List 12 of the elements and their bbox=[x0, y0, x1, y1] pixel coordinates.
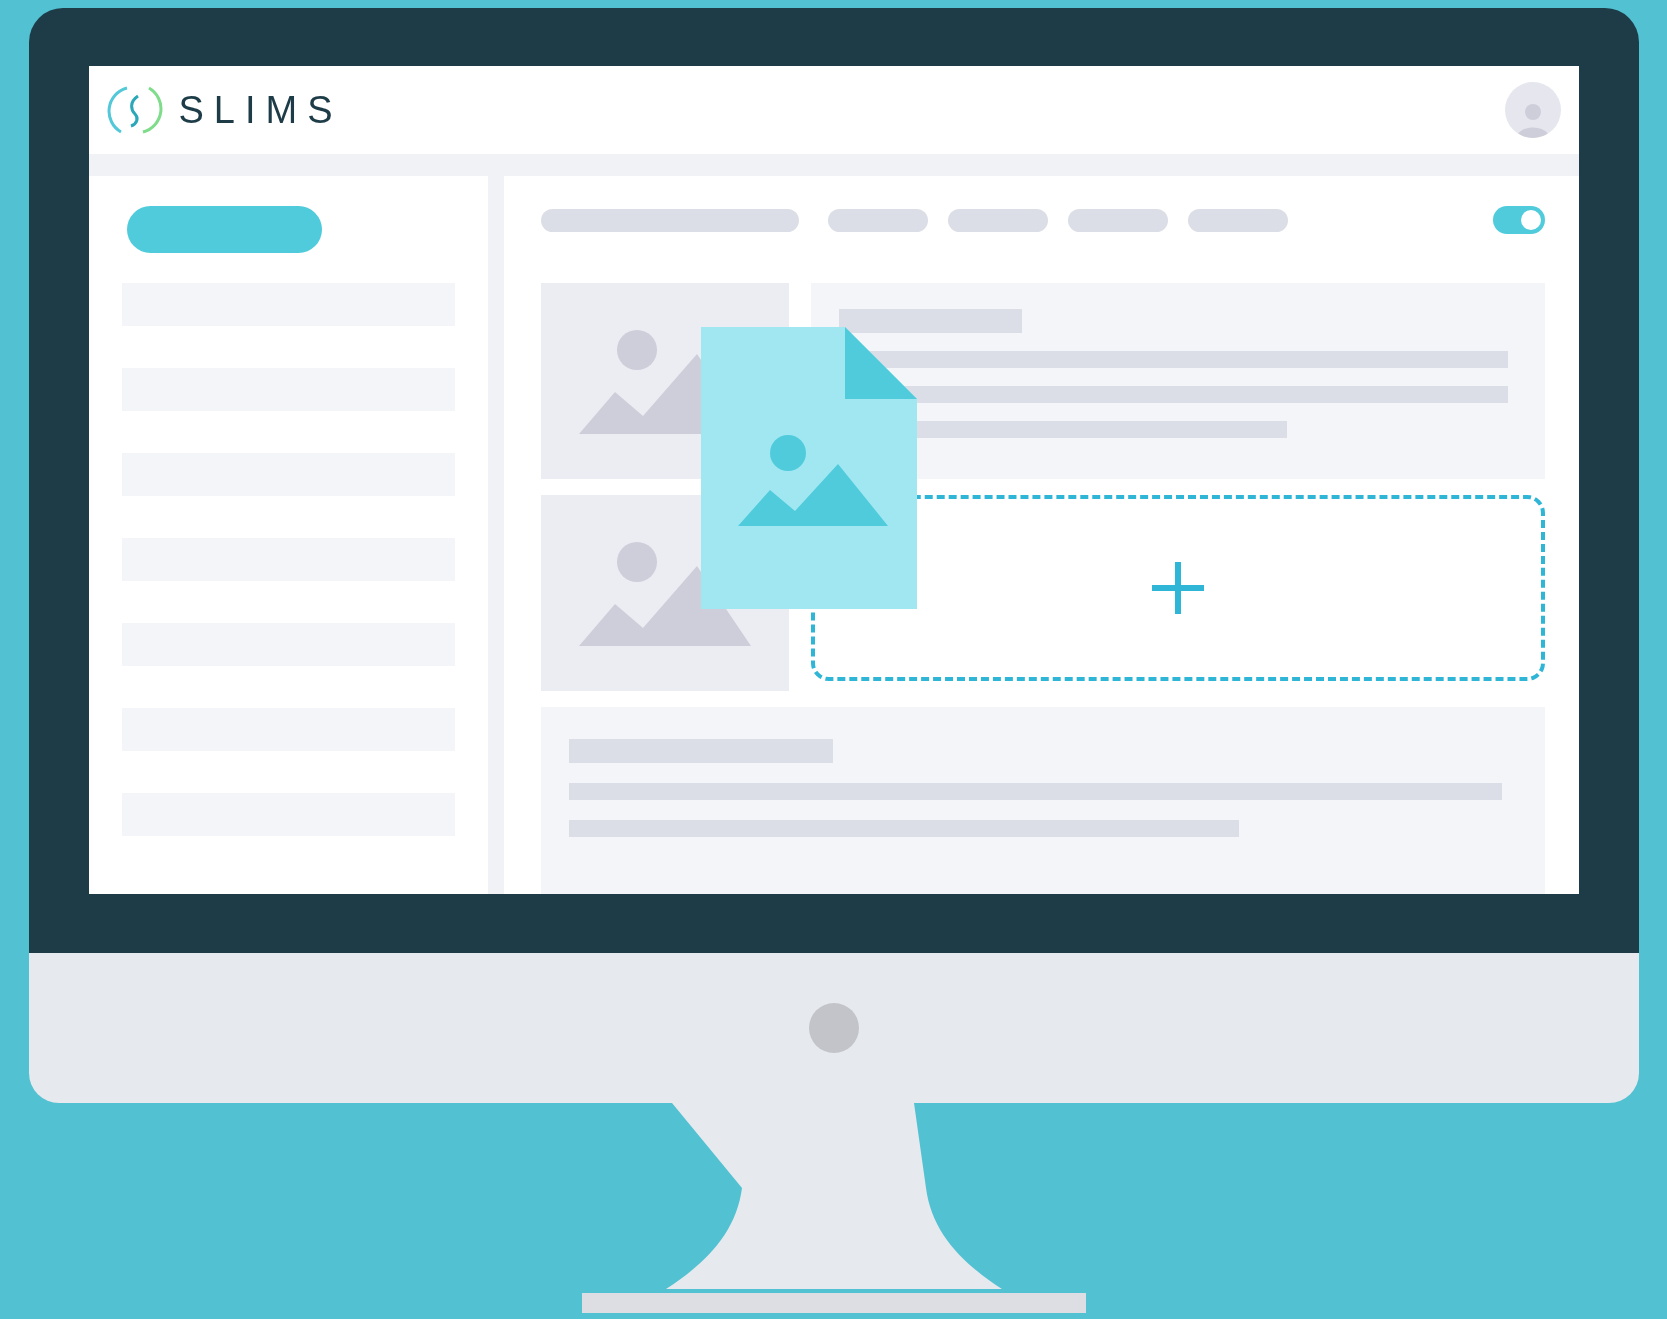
tab-pill[interactable] bbox=[947, 208, 1048, 232]
tab-pill[interactable] bbox=[1067, 208, 1168, 232]
tab-pill[interactable] bbox=[827, 208, 928, 232]
image-icon bbox=[578, 540, 751, 646]
image-file-icon bbox=[700, 327, 917, 609]
logo-text: SLIMS bbox=[178, 87, 343, 133]
primary-button[interactable] bbox=[126, 206, 322, 253]
search-bar[interactable] bbox=[540, 208, 799, 232]
toggle-thumb bbox=[1520, 210, 1541, 230]
toggle-switch[interactable] bbox=[1492, 206, 1545, 234]
tab-pill[interactable] bbox=[1187, 208, 1288, 232]
plus-icon bbox=[1151, 562, 1204, 614]
